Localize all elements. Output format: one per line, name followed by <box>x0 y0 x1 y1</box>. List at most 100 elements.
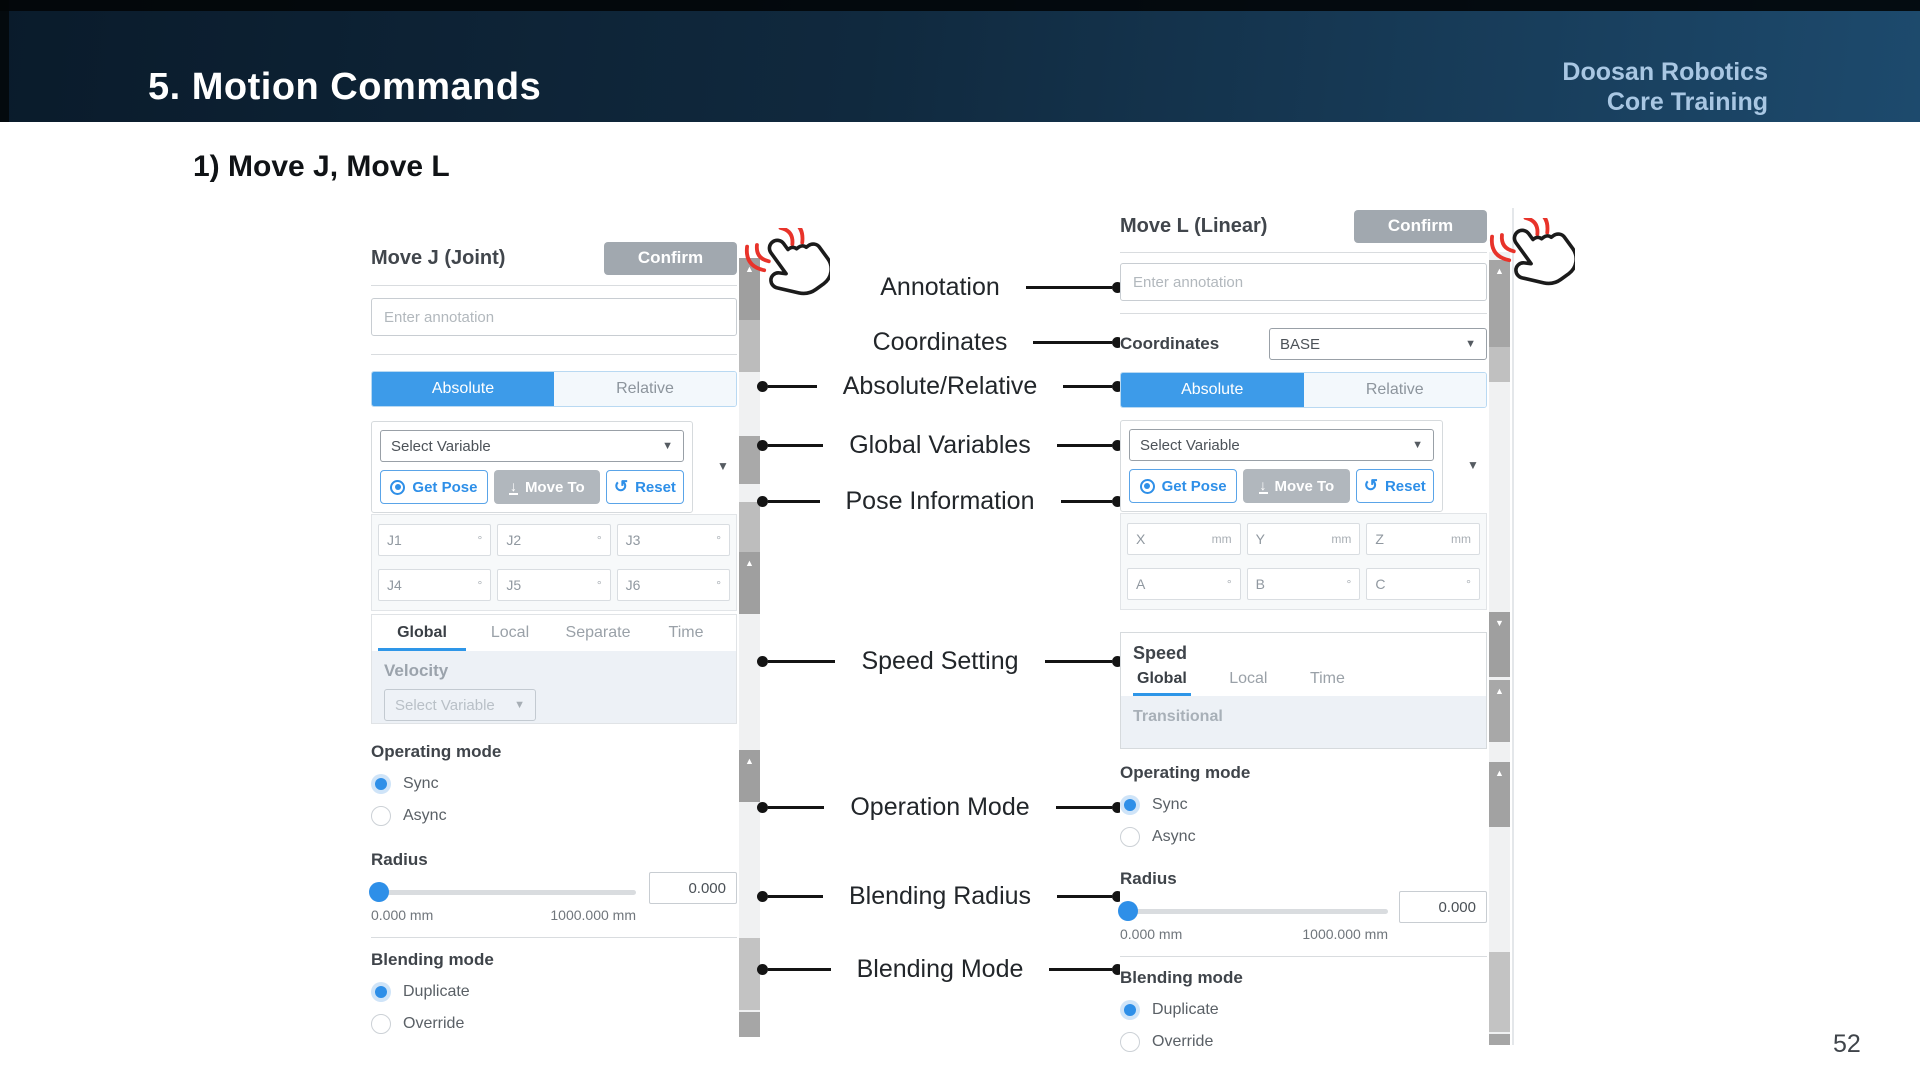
move-j-variable-box: Select Variable ▼ Get Pose ↓ Move To ↺ R… <box>371 421 693 513</box>
move-j-speed-section: Global Local Separate Time Velocity Sele… <box>371 614 737 724</box>
joint-field-j5[interactable]: J5° <box>497 569 610 601</box>
move-l-coordinates-row: Coordinates BASE ▼ <box>1120 328 1487 360</box>
move-l-variable-select[interactable]: Select Variable ▼ <box>1129 429 1434 461</box>
coordinates-select[interactable]: BASE ▼ <box>1269 328 1487 360</box>
radius-slider[interactable] <box>1120 901 1388 921</box>
move-l-speed-section: Speed Global Local Time Transitional <box>1120 632 1487 749</box>
joint-field-j2[interactable]: J2° <box>497 524 610 556</box>
callout-connector <box>757 440 823 451</box>
move-to-button[interactable]: ↓ Move To <box>494 470 600 504</box>
move-to-label: Move To <box>1275 478 1335 495</box>
callout-absolute-relative: Absolute/Relative <box>757 370 1123 402</box>
callout-connector <box>757 802 824 813</box>
tab-absolute[interactable]: Absolute <box>372 372 554 406</box>
scrollbar-thumb[interactable] <box>1489 1034 1510 1045</box>
move-l-scrollbar[interactable]: ▲ ▼ ▲ ▲ <box>1489 252 1510 1045</box>
callout-speed-setting: Speed Setting <box>757 645 1123 677</box>
collapse-chevron-icon[interactable]: ▼ <box>717 459 729 473</box>
move-j-annotation-input[interactable] <box>371 298 737 336</box>
callout-connector <box>1056 802 1123 813</box>
scrollbar-thumb[interactable] <box>1489 952 1510 1032</box>
speed-tab-local[interactable]: Local <box>466 615 554 651</box>
speed-tab-global[interactable]: Global <box>1133 666 1191 696</box>
speed-tab-separate[interactable]: Separate <box>554 615 642 651</box>
scrollbar-thumb[interactable]: ▼ <box>1489 612 1510 677</box>
scrollbar-thumb[interactable]: ▲ <box>1489 762 1510 827</box>
joint-field-j3[interactable]: J3° <box>617 524 730 556</box>
slide-title: 5. Motion Commands <box>148 66 541 109</box>
slider-track[interactable] <box>371 890 636 895</box>
override-label: Override <box>1152 1033 1213 1051</box>
duplicate-label: Duplicate <box>1152 1001 1219 1019</box>
arrow-up-icon: ▲ <box>745 756 754 766</box>
sync-radio[interactable] <box>1120 795 1140 815</box>
tab-absolute[interactable]: Absolute <box>1121 373 1304 407</box>
speed-tab-time[interactable]: Time <box>642 615 730 651</box>
radius-slider[interactable] <box>371 882 636 902</box>
scrollbar-thumb[interactable] <box>739 1012 760 1037</box>
sync-radio[interactable] <box>371 774 391 794</box>
pose-field-c[interactable]: C° <box>1366 568 1480 600</box>
arrow-up-icon: ▲ <box>745 558 754 568</box>
get-pose-button[interactable]: Get Pose <box>1129 469 1237 503</box>
operating-mode-title: Operating mode <box>371 742 737 762</box>
page-number: 52 <box>1833 1030 1861 1059</box>
duplicate-label: Duplicate <box>403 983 470 1001</box>
scrollbar-thumb[interactable]: ▲ <box>739 552 760 614</box>
override-radio[interactable] <box>1120 1032 1140 1052</box>
pose-field-b[interactable]: B° <box>1247 568 1361 600</box>
move-l-variable-box: Select Variable ▼ Get Pose ↓ Move To ↺ R… <box>1120 420 1443 512</box>
slider-track[interactable] <box>1120 909 1388 914</box>
reset-button[interactable]: ↺ Reset <box>606 470 684 504</box>
arrow-up-icon: ▲ <box>1495 686 1504 696</box>
slide-subtitle: 1) Move J, Move L <box>193 150 450 184</box>
tab-relative[interactable]: Relative <box>554 372 736 406</box>
async-radio[interactable] <box>371 806 391 826</box>
slider-handle[interactable] <box>1118 901 1138 921</box>
joint-field-j4[interactable]: J4° <box>378 569 491 601</box>
callout-connector <box>1045 656 1123 667</box>
async-label: Async <box>403 807 447 825</box>
pose-field-a[interactable]: A° <box>1127 568 1241 600</box>
callout-connector <box>1057 891 1123 902</box>
scrollbar-thumb[interactable]: ▲ <box>1489 680 1510 742</box>
tab-relative[interactable]: Relative <box>1304 373 1487 407</box>
reset-icon: ↺ <box>1364 479 1378 493</box>
duplicate-radio[interactable] <box>371 982 391 1002</box>
pose-field-y[interactable]: Ymm <box>1247 523 1361 555</box>
callout-connector <box>1033 337 1123 348</box>
cursor-hand-icon <box>718 228 830 340</box>
move-j-joint-grid: J1° J2° J3° J4° J5° J6° <box>371 514 737 611</box>
speed-tab-local[interactable]: Local <box>1225 666 1271 696</box>
scrollbar-thumb[interactable] <box>1489 347 1510 382</box>
radius-value-input[interactable] <box>1399 891 1487 923</box>
speed-tab-global[interactable]: Global <box>378 615 466 651</box>
move-j-radius-section: Radius 0.000 mm 1000.000 mm <box>371 850 737 923</box>
move-l-panel: Move L (Linear) Confirm Coordinates BASE… <box>1120 208 1487 1052</box>
collapse-chevron-icon[interactable]: ▼ <box>1467 458 1479 472</box>
override-radio[interactable] <box>371 1014 391 1034</box>
radius-value-input[interactable] <box>649 872 737 904</box>
speed-tab-time[interactable]: Time <box>1306 666 1349 696</box>
joint-field-j6[interactable]: J6° <box>617 569 730 601</box>
pose-field-x[interactable]: Xmm <box>1127 523 1241 555</box>
duplicate-radio[interactable] <box>1120 1000 1140 1020</box>
move-l-annotation-input[interactable] <box>1120 263 1487 301</box>
move-j-variable-select[interactable]: Select Variable ▼ <box>380 430 684 462</box>
async-radio[interactable] <box>1120 827 1140 847</box>
joint-field-j1[interactable]: J1° <box>378 524 491 556</box>
callout-blending-mode: Blending Mode <box>757 953 1123 985</box>
cursor-hand-icon <box>1463 218 1575 330</box>
target-icon <box>1140 479 1155 494</box>
velocity-variable-select[interactable]: Select Variable ▼ <box>384 689 536 721</box>
get-pose-button[interactable]: Get Pose <box>380 470 488 504</box>
reset-button[interactable]: ↺ Reset <box>1356 469 1435 503</box>
move-to-button[interactable]: ↓ Move To <box>1243 469 1349 503</box>
target-icon <box>390 480 405 495</box>
slider-handle[interactable] <box>369 882 389 902</box>
pose-field-z[interactable]: Zmm <box>1366 523 1480 555</box>
radius-min-label: 0.000 mm <box>1120 926 1182 942</box>
callout-pose-information: Pose Information <box>757 485 1123 517</box>
chevron-down-icon: ▼ <box>662 440 673 452</box>
callout-connector <box>757 381 817 392</box>
